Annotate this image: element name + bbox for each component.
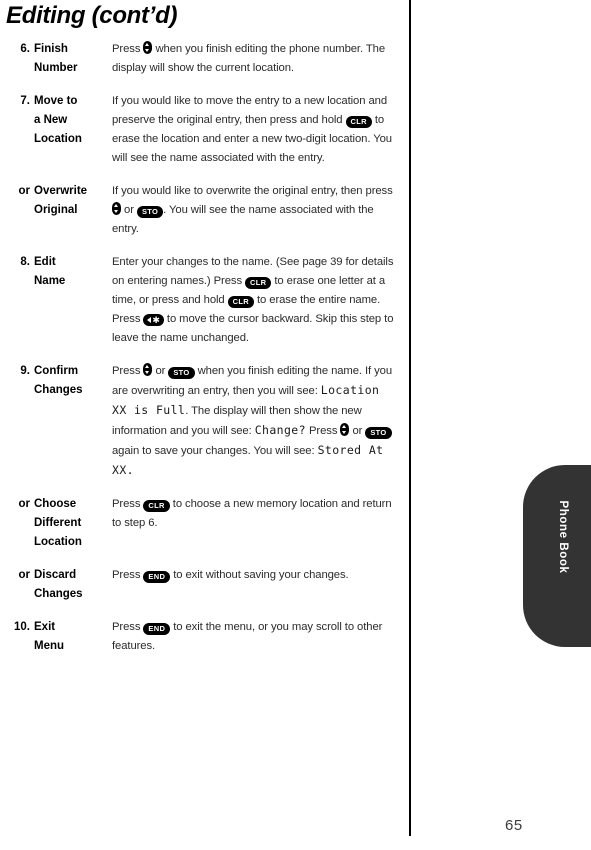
- instruction-text-run: Press: [112, 498, 144, 510]
- instruction-text-run: or: [121, 204, 137, 216]
- step-number: 6.: [20, 43, 30, 55]
- instruction-text-run: again to save your changes. You will see…: [112, 445, 318, 457]
- keypad-key-sto-icon: STO: [168, 367, 195, 379]
- step-title-line: a New: [34, 114, 68, 126]
- step-title-line: Choose: [34, 498, 77, 510]
- lcd-display-text: Change?: [254, 423, 306, 437]
- step-title: Discard Changes: [34, 566, 112, 604]
- manual-page: Editing (cont’d) 6. Finish Number Press whe…: [0, 0, 591, 850]
- procedure-step: or Choose Different Location Press CLR to ch…: [0, 495, 409, 552]
- procedure-step-list: 6. Finish Number Press when you finish edit…: [0, 40, 409, 670]
- instruction-text-run: Press: [112, 365, 144, 377]
- instruction-text-run: or: [349, 425, 366, 437]
- step-instruction-text: Press when you finish editing the phone …: [112, 40, 409, 78]
- asterisk-icon: ✱: [152, 315, 160, 325]
- column-divider-rule: [409, 0, 411, 836]
- procedure-step: 9. Confirm Changes Press or STO when you fi…: [0, 362, 409, 481]
- step-title: Finish Number: [34, 40, 112, 78]
- instruction-text-run: If you would like to overwrite the origi…: [112, 185, 393, 197]
- chapter-tab-label: Phone Book: [557, 500, 569, 574]
- procedure-step: or Overwrite Original If you would like to …: [0, 182, 409, 239]
- step-title-line: Menu: [34, 640, 65, 652]
- step-title: Overwrite Original: [34, 182, 112, 220]
- step-number: 10.: [14, 621, 30, 633]
- step-title: Choose Different Location: [34, 495, 112, 552]
- step-title: Move to a New Location: [34, 92, 112, 149]
- instruction-text-run: or: [152, 365, 169, 377]
- step-title: Edit Name: [34, 253, 112, 291]
- step-title-line: Original: [34, 204, 78, 216]
- keypad-key-clr-icon: CLR: [143, 500, 170, 512]
- step-title-line: Confirm: [34, 365, 79, 377]
- step-title-line: Discard: [34, 569, 77, 581]
- left-arrow-star-key-icon: ✱: [143, 314, 164, 326]
- keypad-key-clr-icon: CLR: [227, 296, 254, 308]
- step-title: Exit Menu: [34, 618, 112, 656]
- step-number: or: [18, 185, 31, 197]
- instruction-text-run: when you finish editing the phone number…: [112, 43, 386, 74]
- step-title-line: Exit: [34, 621, 56, 633]
- procedure-step: 6. Finish Number Press when you finish edit…: [0, 40, 409, 78]
- step-title-line: Finish: [34, 43, 68, 55]
- procedure-step: or Discard Changes Press END to exit withou…: [0, 566, 409, 604]
- step-instruction-text: Press or STO when you finish editing the…: [112, 362, 409, 481]
- step-title-line: Changes: [34, 588, 83, 600]
- instruction-text-run: Press: [112, 621, 144, 633]
- step-title-line: Number: [34, 62, 78, 74]
- step-instruction-text: If you would like to overwrite the origi…: [112, 182, 409, 239]
- procedure-step: 7. Move to a New Location If you would like …: [0, 92, 409, 168]
- step-number: 9.: [20, 365, 30, 377]
- page-number: 65: [505, 817, 523, 834]
- page-title: Editing (cont’d): [6, 2, 178, 29]
- step-title-line: Move to: [34, 95, 78, 107]
- keypad-key-clr-icon: CLR: [345, 116, 372, 128]
- scroll-up-down-key-icon: [112, 202, 121, 215]
- step-title-line: Different: [34, 517, 82, 529]
- procedure-step: 10. Exit Menu Press END to exit the menu, o…: [0, 618, 409, 656]
- step-number: 7.: [20, 95, 30, 107]
- step-instruction-text: Press END to exit without saving your ch…: [112, 566, 409, 585]
- step-title: Confirm Changes: [34, 362, 112, 400]
- keypad-key-end-icon: END: [143, 623, 171, 635]
- step-number: or: [18, 569, 31, 581]
- step-instruction-text: Enter your changes to the name. (See pag…: [112, 253, 409, 348]
- step-title-line: Overwrite: [34, 185, 88, 197]
- instruction-text-run: Press: [112, 569, 144, 581]
- instruction-text-run: Press: [112, 43, 144, 55]
- step-title-line: Location: [34, 133, 82, 145]
- step-title-line: Changes: [34, 384, 83, 396]
- step-instruction-text: Press END to exit the menu, or you may s…: [112, 618, 409, 656]
- chapter-thumb-tab: Phone Book: [523, 465, 591, 647]
- step-instruction-text: Press CLR to choose a new memory locatio…: [112, 495, 409, 533]
- procedure-step: 8. Edit Name Enter your changes to the name…: [0, 253, 409, 348]
- keypad-key-end-icon: END: [143, 571, 171, 583]
- keypad-key-sto-icon: STO: [136, 206, 164, 218]
- instruction-text-run: Press: [305, 425, 341, 437]
- step-number: 8.: [20, 256, 30, 268]
- keypad-key-sto-icon: STO: [365, 427, 392, 439]
- left-triangle-icon: [147, 317, 152, 323]
- step-title-line: Location: [34, 536, 82, 548]
- instruction-text-run: to exit without saving your changes.: [170, 569, 349, 581]
- keypad-key-clr-icon: CLR: [245, 277, 272, 289]
- step-number: or: [18, 498, 31, 510]
- step-title-line: Name: [34, 275, 66, 287]
- step-instruction-text: If you would like to move the entry to a…: [112, 92, 409, 168]
- step-title-line: Edit: [34, 256, 56, 268]
